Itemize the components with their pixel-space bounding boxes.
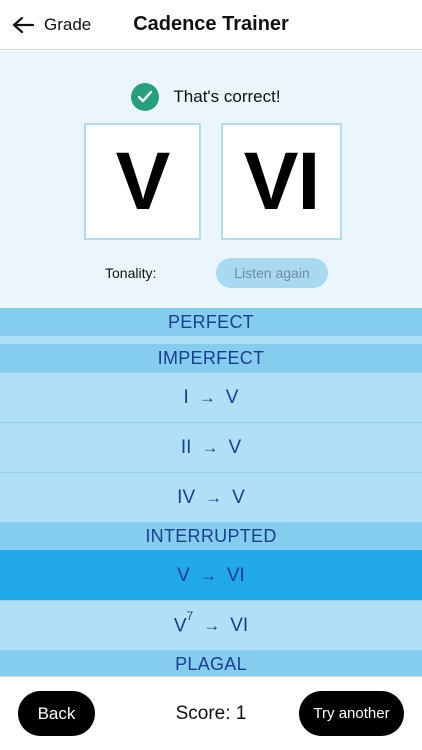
superscript-seven: 7 <box>186 609 194 624</box>
section-imperfect[interactable]: IMPERFECT <box>0 344 422 372</box>
item-from: II <box>180 436 192 458</box>
list-item-i-v[interactable]: I → V <box>0 372 422 422</box>
section-gap <box>0 336 422 344</box>
footer-bar: Back Score: 1 Try another <box>0 676 422 750</box>
item-to: V <box>225 386 239 408</box>
item-to: V <box>228 436 242 458</box>
result-row: That's correct! <box>0 82 422 112</box>
list-item-v-vi[interactable]: V → VI <box>0 550 422 600</box>
item-from: IV <box>177 486 196 508</box>
item-to: VI <box>226 564 245 586</box>
arrow-right-icon: → <box>203 615 221 635</box>
check-circle-icon <box>131 83 160 111</box>
item-from: I <box>183 386 189 408</box>
chord-card-2: VI <box>221 123 342 240</box>
section-interrupted[interactable]: INTERRUPTED <box>0 522 422 550</box>
arrow-right-icon: → <box>201 437 219 457</box>
tonality-label: Tonality: <box>105 265 157 281</box>
list-item-ii-v[interactable]: II → V <box>0 422 422 472</box>
section-plagal[interactable]: PLAGAL <box>0 650 422 676</box>
item-from: V7 <box>173 609 194 637</box>
arrow-right-icon: → <box>199 565 217 585</box>
list-item-iv-v[interactable]: IV → V <box>0 472 422 522</box>
app-header: Grade Cadence Trainer <box>0 0 422 50</box>
item-to: V <box>232 486 245 508</box>
result-panel: That's correct! V VI Tonality: Listen ag… <box>0 51 422 308</box>
arrow-right-icon: → <box>205 487 223 507</box>
page-title: Cadence Trainer <box>133 13 289 35</box>
item-to: VI <box>230 614 249 636</box>
listen-again-button[interactable]: Listen again <box>216 258 328 288</box>
chord-card-1: V <box>84 123 201 240</box>
item-from: V <box>177 564 190 586</box>
result-message: That's correct! <box>173 87 281 106</box>
section-perfect[interactable]: PERFECT <box>0 308 422 336</box>
arrow-right-icon: → <box>198 387 216 407</box>
list-item-v7-vi[interactable]: V7 → VI <box>0 600 422 650</box>
cadence-list[interactable]: PERFECT IMPERFECT I → V II → V IV → V IN… <box>0 308 422 676</box>
try-another-button[interactable]: Try another <box>299 691 404 736</box>
